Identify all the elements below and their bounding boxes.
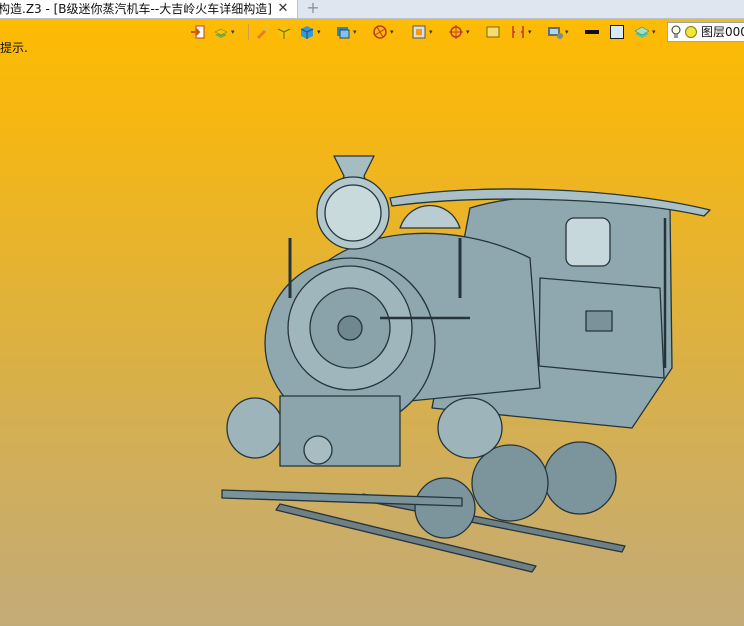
fill-color-icon bbox=[610, 25, 624, 39]
view-toolbar: ▾ ▾ ▾ ▾ ▾ ▾ ▾ ▾ ▾ bbox=[186, 21, 744, 43]
line-color-button[interactable] bbox=[584, 21, 600, 43]
document-tab-bar: 构造.Z3 - [B级迷你蒸汽机车--大吉岭火车详细构造] ✕ + bbox=[0, 0, 744, 19]
cube-view-button[interactable]: ▾ bbox=[299, 21, 321, 43]
render-mode-button[interactable]: ▾ bbox=[335, 21, 357, 43]
new-tab-icon[interactable]: + bbox=[304, 0, 322, 17]
cube-view-icon bbox=[300, 26, 314, 39]
lightbulb-icon bbox=[671, 25, 681, 38]
document-tab[interactable]: 构造.Z3 - [B级迷你蒸汽机车--大吉岭火车详细构造] ✕ bbox=[0, 0, 298, 18]
layer-tool-icon bbox=[214, 28, 228, 38]
section-view-icon bbox=[412, 25, 426, 39]
layer-stack-icon bbox=[634, 26, 650, 38]
display-settings-button[interactable]: ▾ bbox=[547, 21, 569, 43]
layer-tool-button[interactable]: ▾ bbox=[213, 21, 235, 43]
section-view-button[interactable]: ▾ bbox=[411, 21, 433, 43]
import-button[interactable] bbox=[190, 21, 206, 43]
line-color-icon bbox=[585, 30, 599, 34]
target-icon bbox=[449, 25, 463, 39]
sketch-icon bbox=[373, 25, 387, 39]
document-tab-title: 构造.Z3 - [B级迷你蒸汽机车--大吉岭火车详细构造] bbox=[0, 2, 272, 16]
dimension-button[interactable]: ▾ bbox=[510, 21, 532, 43]
plane-icon bbox=[486, 26, 500, 38]
target-button[interactable]: ▾ bbox=[448, 21, 470, 43]
close-tab-icon[interactable]: ✕ bbox=[276, 0, 290, 18]
render-mode-icon bbox=[337, 27, 350, 39]
layer-color-dot bbox=[685, 26, 697, 38]
solid-box-icon bbox=[277, 26, 291, 39]
plane-button[interactable] bbox=[485, 21, 501, 43]
import-icon bbox=[191, 25, 205, 39]
layer-stack-button[interactable]: ▾ bbox=[634, 21, 656, 43]
sketch-button[interactable]: ▾ bbox=[372, 21, 394, 43]
layer-selector[interactable]: 图层0001 bbox=[667, 22, 744, 42]
fill-color-button[interactable] bbox=[609, 21, 625, 43]
layer-name: 图层0001 bbox=[701, 25, 744, 39]
brush-icon bbox=[257, 27, 268, 39]
brush-button[interactable] bbox=[254, 21, 270, 43]
display-settings-icon bbox=[548, 27, 563, 39]
status-hint: 提示. bbox=[0, 41, 28, 55]
locomotive-model[interactable] bbox=[210, 128, 730, 578]
dimension-icon bbox=[512, 26, 524, 38]
solid-box-button[interactable] bbox=[276, 21, 292, 43]
